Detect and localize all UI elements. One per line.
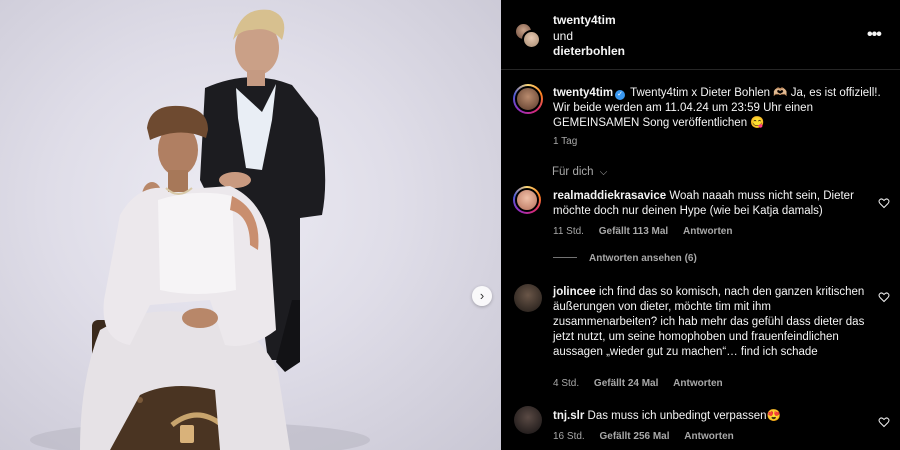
reply-button[interactable]: Antworten [673,378,722,389]
view-replies-button[interactable]: Antworten ansehen (6) [553,253,697,264]
comment-text: ich find das so komisch, nach den ganzen… [553,286,865,358]
divider [553,257,577,258]
reply-button[interactable]: Antworten [684,431,733,442]
comment-filter-dropdown[interactable]: Für dich ⌵ [552,166,607,178]
comment-item: realmaddiekrasavice Woah naaah muss nich… [553,189,873,219]
caption-avatar[interactable] [513,84,543,114]
like-comment-heart-icon[interactable] [878,416,890,428]
chevron-right-icon: › [479,288,485,303]
comment-likes[interactable]: Gefällt 113 Mal [599,226,668,237]
comment-username-link[interactable]: tnj.slr [553,410,584,422]
caption-username-link[interactable]: twenty4tim [553,87,613,99]
comment-item: jolincee ich find das so komisch, nach d… [553,285,873,360]
comment-text: Das muss ich unbedingt verpassen😍 [587,410,781,422]
next-image-button[interactable]: › [472,286,492,306]
more-horizontal-icon: ••• [867,26,882,43]
comment-meta: 4 Std. Gefällt 24 Mal Antworten [553,378,735,389]
comment-likes[interactable]: Gefällt 256 Mal [599,431,669,442]
verified-badge-icon: ✓ [615,90,626,100]
comment-time: 16 Std. [553,431,585,442]
comment-time: 11 Std. [553,226,584,237]
collab-avatars[interactable] [514,22,542,50]
view-replies-label: Antworten ansehen (6) [589,253,697,264]
avatar [522,30,541,49]
comment-username-link[interactable]: jolincee [553,286,596,298]
post-header: twenty4tim und dieterbohlen ••• [501,0,900,70]
comment-likes[interactable]: Gefällt 24 Mal [594,378,658,389]
comment-avatar[interactable] [514,284,542,312]
coauthor-username-link[interactable]: dieterbohlen [553,44,625,58]
author-username-link[interactable]: twenty4tim [553,13,616,27]
more-options-button[interactable]: ••• [867,26,882,44]
post-photo: › [0,0,501,450]
like-comment-heart-icon[interactable] [878,197,890,209]
comment-avatar[interactable] [513,186,541,214]
like-comment-heart-icon[interactable] [878,291,890,303]
comment-avatar[interactable] [514,406,542,434]
comment-item: tnj.slr Das muss ich unbedingt verpassen… [553,409,873,424]
comment-time: 4 Std. [553,378,580,389]
collab-conjunction: und [553,29,574,43]
reply-button[interactable]: Antworten [683,226,732,237]
comment-meta: 11 Std. Gefällt 113 Mal Antworten [553,226,744,237]
post-image-illustration [30,9,370,450]
caption-timestamp[interactable]: 1 Tag [553,136,577,147]
post-caption: twenty4tim ✓ Twenty4tim x Dieter Bohlen 🫶… [553,86,888,131]
filter-label: Für dich [552,166,594,178]
comment-username-link[interactable]: realmaddiekrasavice [553,190,666,202]
comment-meta: 16 Std. Gefällt 256 Mal Antworten [553,431,746,442]
post-details-panel: twenty4tim und dieterbohlen ••• twenty4t… [501,0,900,450]
chevron-down-icon: ⌵ [599,167,608,178]
